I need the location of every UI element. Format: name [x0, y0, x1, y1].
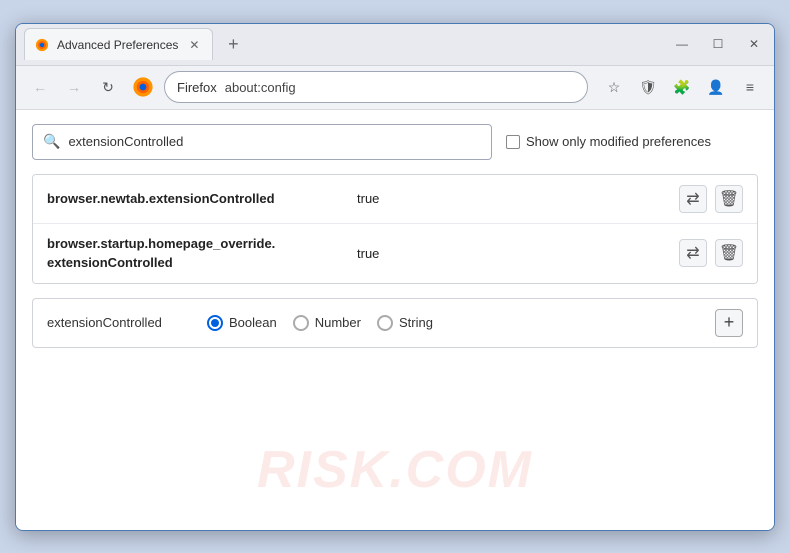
search-input-wrap: 🔍: [32, 124, 492, 160]
pref-delete-button-0[interactable]: 🗑: [715, 185, 743, 213]
menu-icon: ≡: [746, 79, 754, 95]
pref-name-line2: extensionControlled: [47, 253, 347, 273]
new-tab-button[interactable]: +: [219, 30, 247, 58]
firefox-logo-icon: [132, 76, 154, 98]
pref-toggle-button-0[interactable]: ⇄: [679, 185, 707, 213]
radio-string[interactable]: String: [377, 315, 433, 331]
forward-icon: →: [67, 79, 81, 95]
pref-toggle-button-1[interactable]: ⇄: [679, 239, 707, 267]
active-tab[interactable]: Advanced Preferences ✕: [24, 28, 213, 60]
tab-close-button[interactable]: ✕: [186, 37, 202, 53]
add-preference-row: extensionControlled Boolean Number: [32, 298, 758, 348]
radio-string-outer: [377, 315, 393, 331]
profile-icon: 👤: [707, 79, 724, 96]
menu-button[interactable]: ≡: [736, 73, 764, 101]
content-area: 🔍 Show only modified preferences browser…: [16, 110, 774, 530]
add-preference-button[interactable]: +: [715, 309, 743, 337]
tab-favicon-icon: [35, 38, 49, 52]
pref-value-0: true: [357, 191, 379, 206]
maximize-button[interactable]: ☐: [706, 32, 730, 56]
address-text: about:config: [225, 80, 296, 95]
table-row: browser.newtab.extensionControlled true …: [33, 175, 757, 224]
extension-button[interactable]: 🧩: [668, 73, 696, 101]
type-radio-group: Boolean Number String: [207, 315, 433, 331]
pref-name-1: browser.startup.homepage_override. exten…: [47, 234, 347, 273]
search-input[interactable]: [68, 134, 481, 149]
radio-number-outer: [293, 315, 309, 331]
shield-button[interactable]: 🛡: [634, 73, 662, 101]
show-modified-checkbox[interactable]: [506, 135, 520, 149]
show-modified-text: Show only modified preferences: [526, 134, 711, 149]
extension-icon: 🧩: [673, 79, 690, 96]
address-bar[interactable]: Firefox about:config: [164, 71, 588, 103]
browser-label: Firefox: [177, 80, 217, 95]
back-button[interactable]: ←: [26, 73, 54, 101]
pref-value-1: true: [357, 246, 379, 261]
radio-boolean[interactable]: Boolean: [207, 315, 277, 331]
show-modified-label[interactable]: Show only modified preferences: [506, 134, 711, 149]
browser-window: Advanced Preferences ✕ + — ☐ ✕ ← → ↻ Fir…: [15, 23, 775, 531]
bookmark-icon: ☆: [608, 79, 621, 96]
radio-boolean-inner: [211, 319, 219, 327]
new-pref-name: extensionControlled: [47, 315, 187, 330]
radio-number[interactable]: Number: [293, 315, 361, 331]
watermark: RISK.COM: [257, 440, 533, 500]
search-icon: 🔍: [43, 133, 60, 150]
pref-actions-0: ⇄ 🗑: [679, 185, 743, 213]
window-controls: — ☐ ✕: [670, 32, 766, 56]
pref-delete-button-1[interactable]: 🗑: [715, 239, 743, 267]
forward-button[interactable]: →: [60, 73, 88, 101]
minimize-button[interactable]: —: [670, 32, 694, 56]
search-bar: 🔍 Show only modified preferences: [32, 124, 758, 160]
title-bar: Advanced Preferences ✕ + — ☐ ✕: [16, 24, 774, 66]
shield-icon: 🛡: [639, 79, 657, 96]
pref-actions-1: ⇄ 🗑: [679, 239, 743, 267]
navigation-bar: ← → ↻ Firefox about:config ☆ 🛡 🧩: [16, 66, 774, 110]
tab-title: Advanced Preferences: [57, 38, 178, 52]
radio-number-label: Number: [315, 315, 361, 330]
radio-boolean-outer: [207, 315, 223, 331]
preferences-table: browser.newtab.extensionControlled true …: [32, 174, 758, 284]
close-window-button[interactable]: ✕: [742, 32, 766, 56]
pref-name-0: browser.newtab.extensionControlled: [47, 191, 347, 206]
pref-name-line1: browser.startup.homepage_override.: [47, 234, 347, 254]
profile-button[interactable]: 👤: [702, 73, 730, 101]
bookmark-button[interactable]: ☆: [600, 73, 628, 101]
refresh-icon: ↻: [102, 79, 114, 96]
radio-string-label: String: [399, 315, 433, 330]
refresh-button[interactable]: ↻: [94, 73, 122, 101]
radio-boolean-label: Boolean: [229, 315, 277, 330]
back-icon: ←: [33, 79, 47, 95]
table-row: browser.startup.homepage_override. exten…: [33, 224, 757, 283]
nav-toolbar-icons: ☆ 🛡 🧩 👤 ≡: [600, 73, 764, 101]
